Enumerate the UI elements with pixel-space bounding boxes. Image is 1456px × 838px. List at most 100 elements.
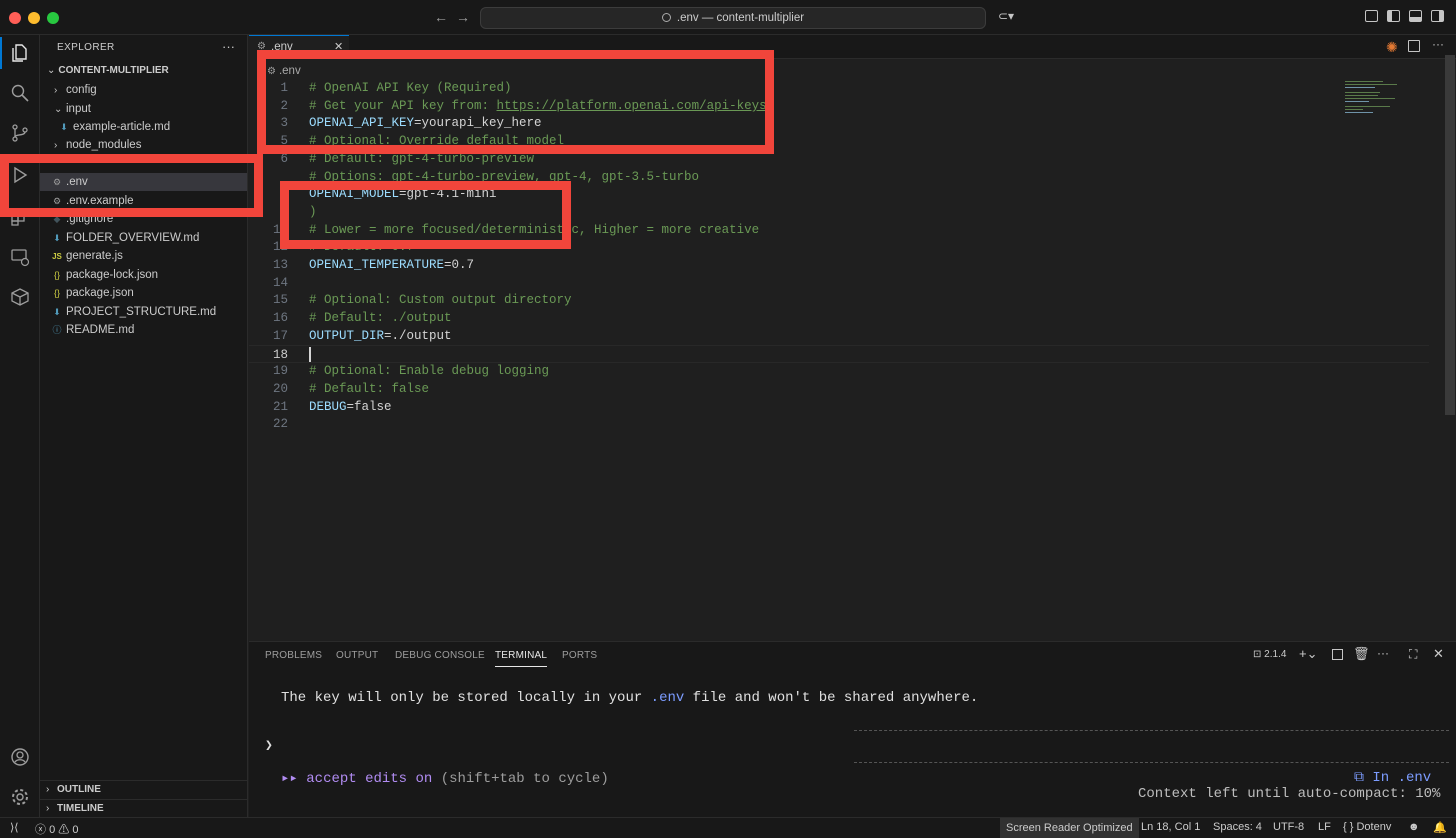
tree-folder-input[interactable]: ⌄ input xyxy=(40,100,247,118)
screen-reader-status[interactable]: Screen Reader Optimized xyxy=(1000,818,1139,838)
command-center[interactable]: .env — content-multiplier xyxy=(480,7,986,29)
line-ending[interactable]: LF xyxy=(1318,821,1331,833)
tree-file-package-lock[interactable]: {} package-lock.json xyxy=(40,266,247,284)
notifications-icon[interactable]: 🔔 xyxy=(1433,821,1447,834)
error-icon: ⓧ xyxy=(35,824,50,836)
minimize-window-button[interactable] xyxy=(28,12,40,24)
line-number: 16 xyxy=(272,311,288,325)
mode-line: ▸▸ accept edits on (shift+tab to cycle) xyxy=(281,770,609,787)
toggle-sidebar-icon[interactable] xyxy=(1387,10,1400,22)
trash-icon[interactable]: 🗑 xyxy=(1353,646,1370,662)
manage-gear-icon[interactable] xyxy=(10,787,30,807)
toggle-panel-icon[interactable] xyxy=(1409,10,1422,22)
window-title: .env — content-multiplier xyxy=(676,12,805,24)
line-number: 19 xyxy=(272,364,288,378)
terminal-label: 2.1.4 xyxy=(1264,649,1287,660)
code-line[interactable]: 14 xyxy=(249,274,1429,292)
project-folder-header[interactable]: ⌄ CONTENT-MULTIPLIER xyxy=(47,65,169,76)
in-file-indicator: ⧉ In .env xyxy=(1354,770,1432,786)
claude-icon[interactable]: ✺ xyxy=(1386,39,1398,56)
tree-label: PROJECT_STRUCTURE.md xyxy=(66,306,217,318)
remote-indicator-icon[interactable]: ⟩⟨ xyxy=(10,821,19,834)
activity-bar xyxy=(0,35,40,817)
divider xyxy=(854,762,1449,763)
tree-file-folder-overview[interactable]: ⬇ FOLDER_OVERVIEW.md xyxy=(40,229,247,247)
outline-section[interactable]: › OUTLINE xyxy=(40,780,247,798)
comment-text: # Default: ./output xyxy=(309,309,452,327)
explorer-sidebar: EXPLORER ··· ⌄ CONTENT-MULTIPLIER › config… xyxy=(40,35,248,817)
copilot-icon[interactable]: ⊂▾ xyxy=(998,9,1014,23)
minimap[interactable] xyxy=(1345,81,1405,121)
tab-problems[interactable]: PROBLEMS xyxy=(265,650,322,661)
json-icon: {} xyxy=(53,270,60,280)
customize-layout-icon[interactable] xyxy=(1365,10,1378,22)
tree-folder-node-modules[interactable]: › node_modules xyxy=(40,136,247,154)
highlight-box-env-file xyxy=(0,154,263,217)
forward-arrow-icon[interactable]: → xyxy=(456,9,470,25)
tab-output[interactable]: OUTPUT xyxy=(336,650,378,661)
env-assignment: OUTPUT_DIR=./output xyxy=(309,327,452,345)
more-actions-icon[interactable]: ··· xyxy=(1432,37,1444,51)
text-cursor xyxy=(309,347,311,362)
cursor-position[interactable]: Ln 18, Col 1 xyxy=(1141,821,1200,833)
close-panel-icon[interactable]: ✕ xyxy=(1433,646,1444,662)
tree-file-example-article[interactable]: ⬇ example-article.md xyxy=(40,118,247,136)
new-terminal-icon[interactable]: +⌄ xyxy=(1299,646,1317,662)
title-bar: ← → .env — content-multiplier ⊂▾ xyxy=(0,0,1456,35)
tree-folder-config[interactable]: › config xyxy=(40,81,247,99)
code-line[interactable]: 18 xyxy=(249,345,1429,363)
tab-terminal[interactable]: TERMINAL xyxy=(495,650,548,667)
terminal-prompt[interactable]: ❯ xyxy=(265,738,273,753)
code-line[interactable]: 19 # Optional: Enable debug logging xyxy=(249,362,1429,380)
tree-file-package-json[interactable]: {} package.json xyxy=(40,284,247,302)
mode-text: accept edits on xyxy=(306,771,433,787)
indentation[interactable]: Spaces: 4 xyxy=(1213,821,1262,833)
terminal-selector[interactable]: ⊡ 2.1.4 xyxy=(1253,649,1286,660)
maximize-window-button[interactable] xyxy=(47,12,59,24)
chevron-down-icon: ⌄ xyxy=(54,104,63,115)
tab-ports[interactable]: PORTS xyxy=(562,650,597,661)
code-line[interactable]: 16 # Default: ./output xyxy=(249,309,1429,327)
split-editor-icon[interactable] xyxy=(1408,40,1420,52)
tab-debug-console[interactable]: DEBUG CONSOLE xyxy=(395,650,485,661)
tree-file-generate-js[interactable]: JS generate.js xyxy=(40,247,247,265)
tree-label: node_modules xyxy=(66,139,142,151)
language-mode[interactable]: { } Dotenv xyxy=(1343,821,1391,833)
toggle-secondary-sidebar-icon[interactable] xyxy=(1431,10,1444,22)
encoding[interactable]: UTF-8 xyxy=(1273,821,1304,833)
containers-icon[interactable] xyxy=(10,287,30,307)
env-key: DEBUG xyxy=(309,400,347,414)
code-line[interactable]: 15 # Optional: Custom output directory xyxy=(249,291,1429,309)
close-window-button[interactable] xyxy=(9,12,21,24)
bottom-panel: PROBLEMS OUTPUT DEBUG CONSOLE TERMINAL P… xyxy=(249,641,1456,822)
remote-explorer-icon[interactable] xyxy=(10,247,30,267)
maximize-panel-icon[interactable]: ⛶ xyxy=(1409,647,1417,662)
editor-scrollbar[interactable] xyxy=(1445,55,1455,415)
code-line[interactable]: 20 # Default: false xyxy=(249,380,1429,398)
mode-arrows-icon: ▸▸ xyxy=(281,771,298,787)
code-line[interactable]: 22 xyxy=(249,415,1429,433)
copilot-status-icon[interactable]: ☻ xyxy=(1408,821,1420,833)
status-bar: ⟩⟨ ⓧ 0 ⚠ 0 Screen Reader Optimized Ln 18… xyxy=(0,817,1456,838)
code-line[interactable]: 17 OUTPUT_DIR=./output xyxy=(249,327,1429,345)
warning-icon: ⚠ xyxy=(58,824,73,836)
tree-file-readme[interactable]: ⓘ README.md xyxy=(40,321,247,339)
search-icon[interactable] xyxy=(10,83,30,103)
comment: # Optional: Enable debug logging xyxy=(309,364,550,378)
env-key: OPENAI_TEMPERATURE xyxy=(309,258,445,272)
back-arrow-icon[interactable]: ← xyxy=(434,9,448,25)
json-icon: {} xyxy=(53,288,60,298)
timeline-section[interactable]: › TIMELINE xyxy=(40,799,247,817)
split-terminal-icon[interactable] xyxy=(1332,649,1343,660)
more-actions-icon[interactable]: ··· xyxy=(1377,646,1389,660)
problems-indicator[interactable]: ⓧ 0 ⚠ 0 xyxy=(35,821,78,837)
code-line[interactable]: 13 OPENAI_TEMPERATURE=0.7 xyxy=(249,256,1429,274)
explorer-icon[interactable] xyxy=(0,37,30,69)
chevron-right-icon: › xyxy=(54,85,58,96)
code-line[interactable]: 21 DEBUG=false xyxy=(249,398,1429,416)
tree-file-project-structure[interactable]: ⬇ PROJECT_STRUCTURE.md xyxy=(40,303,247,321)
explorer-more-button[interactable]: ··· xyxy=(222,39,235,54)
markdown-icon: ⬇ xyxy=(60,122,68,132)
account-icon[interactable] xyxy=(10,747,30,767)
source-control-icon[interactable] xyxy=(10,123,30,143)
